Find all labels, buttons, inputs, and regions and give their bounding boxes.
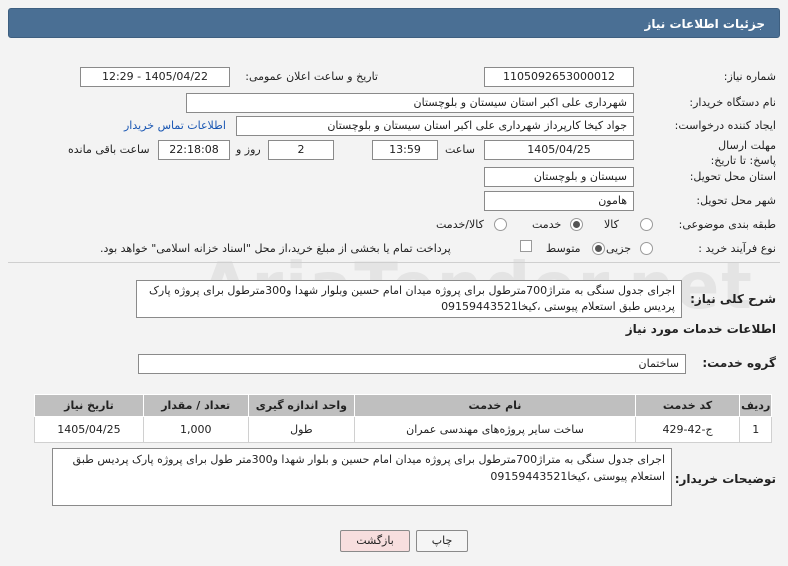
column-header-qty: تعداد / مقدار	[142, 394, 249, 417]
services-table: ردیف کد خدمت نام خدمت واحد اندازه گیری ت…	[34, 394, 772, 443]
buyer-notes-label: توضیحات خریدار:	[674, 472, 776, 486]
payment-note: پرداخت تمام یا بخشی از مبلغ خرید،از محل …	[100, 242, 451, 255]
remaining-label: ساعت باقی مانده	[68, 143, 150, 156]
requester-field: جواد کیخا کارپرداز شهرداری علی اکبر استا…	[236, 116, 634, 136]
payment-checkbox[interactable]	[520, 240, 532, 252]
back-button[interactable]: بازگشت	[340, 530, 410, 552]
category-radio-goods[interactable]	[640, 218, 653, 231]
province-field: سیستان و بلوچستان	[484, 167, 634, 187]
column-header-index: ردیف	[739, 394, 772, 417]
cell-name: ساخت سایر پروژه‌های مهندسی عمران	[354, 416, 636, 443]
process-option-medium: متوسط	[546, 242, 581, 255]
requester-label: ایجاد کننده درخواست:	[674, 119, 776, 132]
service-group-field: ساختمان	[138, 354, 686, 374]
province-label: استان محل تحویل:	[689, 170, 776, 183]
page-title: جزئیات اطلاعات نیاز	[644, 17, 765, 31]
category-option-goods-service: کالا/خدمت	[436, 218, 484, 231]
cell-unit: طول	[247, 416, 356, 443]
announce-field: 1405/04/22 - 12:29	[80, 67, 230, 87]
buyer-org-field: شهرداری علی اکبر استان سیستان و بلوچستان	[186, 93, 634, 113]
process-radio-minor[interactable]	[640, 242, 653, 255]
deadline-date-field: 1405/04/25	[484, 140, 634, 160]
days-field: 2	[268, 140, 334, 160]
contact-buyer-link[interactable]: اطلاعات تماس خریدار	[124, 119, 226, 132]
days-label: روز و	[236, 143, 261, 156]
announce-label: تاریخ و ساعت اعلان عمومی:	[245, 70, 378, 83]
table-row: 1 ج-42-429 ساخت سایر پروژه‌های مهندسی عم…	[34, 416, 772, 443]
description-label: شرح کلی نیاز:	[690, 292, 776, 306]
cell-date: 1405/04/25	[34, 416, 144, 443]
process-radio-medium[interactable]	[592, 242, 605, 255]
need-number-label: شماره نیاز:	[723, 70, 776, 83]
cell-qty: 1,000	[142, 416, 249, 443]
divider	[8, 262, 780, 263]
cell-index: 1	[739, 416, 772, 443]
category-option-goods: کالا	[604, 218, 619, 231]
buyer-org-label: نام دستگاه خریدار:	[689, 96, 776, 109]
column-header-name: نام خدمت	[354, 394, 636, 417]
process-label: نوع فرآیند خرید :	[698, 242, 776, 255]
print-button[interactable]: چاپ	[416, 530, 468, 552]
category-radio-goods-service[interactable]	[494, 218, 507, 231]
services-section-title: اطلاعات خدمات مورد نیاز	[625, 322, 776, 336]
cell-code: ج-42-429	[634, 416, 741, 443]
column-header-unit: واحد اندازه گیری	[247, 394, 356, 417]
time-label: ساعت	[445, 143, 475, 156]
category-radio-service[interactable]	[570, 218, 583, 231]
buyer-notes-field: اجرای جدول سنگی به متراژ700مترطول برای پ…	[52, 448, 672, 506]
column-header-date: تاریخ نیاز	[34, 394, 144, 417]
need-number-field: 1105092653000012	[484, 67, 634, 87]
page-header: جزئیات اطلاعات نیاز	[8, 8, 780, 38]
city-field: هامون	[484, 191, 634, 211]
service-group-label: گروه خدمت:	[702, 356, 776, 370]
deadline-label: مهلت ارسال پاسخ: تا تاریخ:	[710, 139, 776, 167]
process-option-minor: جزیی	[606, 242, 632, 255]
remaining-time-field: 22:18:08	[158, 140, 230, 160]
deadline-time-field: 13:59	[372, 140, 438, 160]
column-header-code: کد خدمت	[634, 394, 741, 417]
category-label: طبقه بندی موضوعی:	[678, 218, 776, 231]
category-option-service: خدمت	[532, 218, 562, 231]
city-label: شهر محل تحویل:	[696, 194, 776, 207]
description-field: اجرای جدول سنگی به متراژ700مترطول برای پ…	[136, 280, 682, 318]
